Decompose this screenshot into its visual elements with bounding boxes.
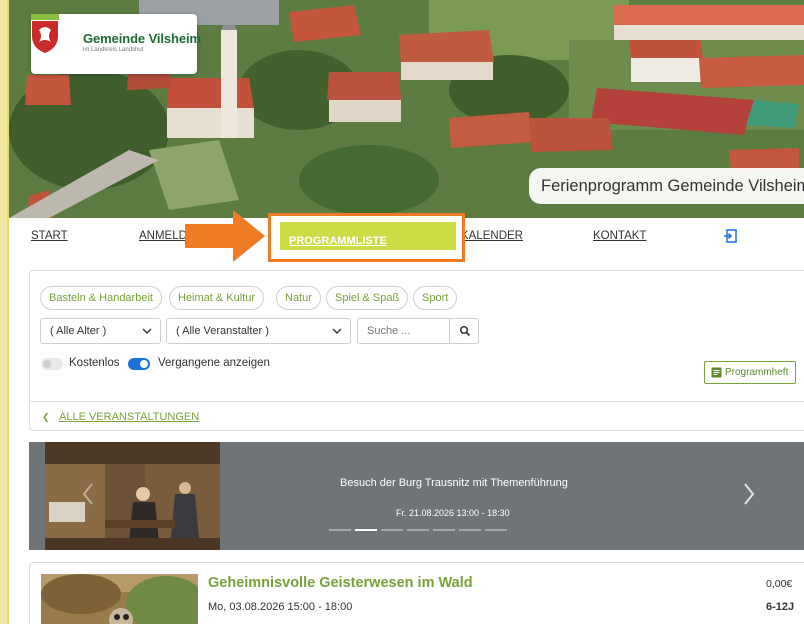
free-toggle-label: Kostenlos [69, 357, 120, 369]
page-frame-left-line [7, 0, 9, 624]
category-chip-sport[interactable]: Sport [413, 286, 458, 310]
login-icon[interactable] [723, 229, 737, 243]
category-chip-spiel[interactable]: Spiel & Spaß [326, 286, 409, 310]
nav-item-programmliste[interactable]: PROGRAMMLISTE [268, 213, 465, 262]
event-age-range: 6-12J [766, 601, 795, 613]
event-carousel: Besuch der Burg Trausnitz mit Themenführ… [29, 442, 804, 550]
event-price: 0,00€ [766, 578, 793, 590]
carousel-indicator[interactable] [407, 529, 429, 531]
search-icon [459, 325, 471, 337]
logo-subtitle: im Landkreis Landshut [83, 47, 144, 53]
panel-divider [30, 401, 804, 402]
event-list-item[interactable]: Geheimnisvolle Geisterwesen im Wald Mo, … [29, 562, 804, 624]
nav-item-label: PROGRAMMLISTE [289, 235, 387, 247]
past-events-toggle-label: Vergangene anzeigen [158, 357, 270, 369]
event-title[interactable]: Geheimnisvolle Geisterwesen im Wald [208, 575, 473, 591]
carousel-slide-date: Fr. 21.08.2026 13:00 - 18:30 [396, 508, 510, 518]
carousel-indicator[interactable] [329, 529, 351, 531]
chevron-down-icon [332, 328, 342, 334]
category-chip-basteln[interactable]: Basteln & Handarbeit [40, 286, 162, 310]
carousel-indicator[interactable] [433, 529, 455, 531]
programmheft-button[interactable]: Programmheft [704, 361, 796, 384]
filter-panel: Basteln & Handarbeit Heimat & Kultur Nat… [29, 270, 804, 431]
hero-banner: Gemeinde Vilsheim im Landkreis Landshut … [9, 0, 804, 218]
hero-caption: Ferienprogramm Gemeinde Vilsheim [529, 168, 804, 204]
nav-item-kalender[interactable]: KALENDER [461, 230, 523, 242]
all-events-label: ALLE VERANSTALTUNGEN [59, 411, 200, 423]
site-logo[interactable]: Gemeinde Vilsheim im Landkreis Landshut [31, 14, 201, 74]
age-select-value: ( Alle Alter ) [50, 325, 107, 337]
logo-name: Gemeinde Vilsheim [83, 31, 201, 46]
pointer-arrow-icon [185, 210, 265, 262]
event-date: Mo, 03.08.2026 15:00 - 18:00 [208, 601, 353, 613]
carousel-prev-icon[interactable] [81, 482, 95, 506]
event-image[interactable] [41, 574, 198, 624]
coat-of-arms-icon [31, 14, 59, 53]
organizer-select-value: ( Alle Veranstalter ) [176, 325, 269, 337]
carousel-next-icon[interactable] [742, 482, 756, 506]
nav-active-highlight: PROGRAMMLISTE [280, 222, 456, 250]
all-events-link[interactable]: ❮ ALLE VERANSTALTUNGEN [42, 411, 199, 423]
event-photo [41, 574, 198, 624]
carousel-slide-title[interactable]: Besuch der Burg Trausnitz mit Themenführ… [340, 477, 568, 489]
organizer-select[interactable]: ( Alle Veranstalter ) [166, 318, 351, 344]
category-chip-natur[interactable]: Natur [276, 286, 321, 310]
chevron-down-icon [142, 328, 152, 334]
document-icon [711, 367, 722, 378]
programmheft-label: Programmheft [725, 367, 789, 378]
search-button[interactable] [449, 318, 479, 344]
age-select[interactable]: ( Alle Alter ) [40, 318, 161, 344]
carousel-photo [45, 442, 220, 550]
carousel-slide-image[interactable] [45, 442, 220, 550]
category-chip-heimat[interactable]: Heimat & Kultur [169, 286, 265, 310]
search-input[interactable] [357, 318, 450, 344]
nav-item-start[interactable]: START [31, 230, 68, 242]
carousel-indicator-active[interactable] [355, 529, 377, 531]
page-frame-left [0, 0, 7, 624]
chevron-left-icon: ❮ [42, 412, 50, 422]
carousel-indicator[interactable] [485, 529, 507, 531]
past-events-toggle[interactable] [128, 358, 150, 370]
carousel-indicator[interactable] [381, 529, 403, 531]
nav-item-kontakt[interactable]: KONTAKT [593, 230, 646, 242]
carousel-indicator[interactable] [459, 529, 481, 531]
free-toggle[interactable] [41, 358, 63, 370]
